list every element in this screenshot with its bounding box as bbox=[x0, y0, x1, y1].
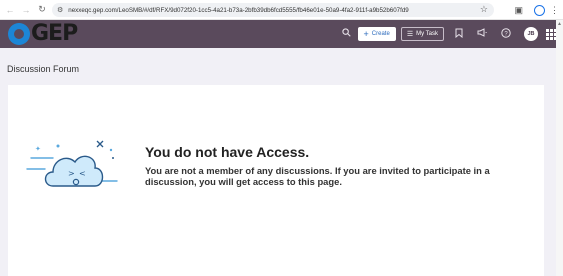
browser-menu-icon[interactable]: ⋮ bbox=[550, 5, 559, 16]
app-header: GEP + Create ☰ My Task ? JB bbox=[0, 20, 563, 48]
back-arrow-icon[interactable]: ← bbox=[4, 4, 16, 16]
bookmark-star-icon[interactable]: ☆ bbox=[480, 4, 488, 15]
forward-arrow-icon[interactable]: → bbox=[20, 4, 32, 16]
reload-icon[interactable]: ↻ bbox=[36, 4, 48, 16]
empty-state-message: You are not a member of any discussions.… bbox=[145, 165, 490, 187]
search-icon[interactable] bbox=[341, 28, 351, 40]
cloud-illustration-icon: ✦ > < bbox=[23, 136, 123, 201]
browser-toolbar: ← → ↻ ⚙ nexxeqc.gep.com/LeoSMB/#/df/RFX/… bbox=[0, 0, 563, 20]
bookmark-icon[interactable] bbox=[455, 28, 463, 41]
plus-icon: + bbox=[363, 29, 369, 39]
page-scrollbar[interactable]: ▲ bbox=[556, 20, 563, 276]
site-settings-icon[interactable]: ⚙ bbox=[57, 6, 63, 14]
gep-logo[interactable]: GEP bbox=[8, 21, 78, 46]
create-button-label: Create bbox=[371, 31, 390, 37]
gep-logo-mark-icon bbox=[8, 23, 30, 45]
my-task-button-label: My Task bbox=[416, 31, 438, 37]
address-bar[interactable]: ⚙ nexxeqc.gep.com/LeoSMB/#/df/RFX/9d072f… bbox=[52, 3, 494, 17]
my-task-button[interactable]: ☰ My Task bbox=[400, 27, 444, 41]
svg-text:<: < bbox=[79, 169, 86, 178]
empty-state-card: ✦ > < You do not have Access. You are no… bbox=[8, 85, 544, 276]
create-button[interactable]: + Create bbox=[357, 27, 396, 41]
page-title: Discussion Forum bbox=[7, 64, 80, 74]
scroll-up-arrow-icon[interactable]: ▲ bbox=[557, 21, 562, 27]
url-text: nexxeqc.gep.com/LeoSMB/#/df/RFX/9d072f20… bbox=[68, 6, 409, 14]
empty-state-heading: You do not have Access. bbox=[145, 144, 310, 160]
announcement-icon[interactable] bbox=[477, 28, 487, 40]
extensions-icon[interactable]: ▣ bbox=[514, 5, 523, 16]
svg-text:>: > bbox=[68, 169, 75, 178]
user-avatar[interactable]: JB bbox=[524, 27, 538, 41]
profile-icon[interactable] bbox=[534, 4, 545, 16]
help-icon[interactable]: ? bbox=[501, 27, 511, 41]
list-icon: ☰ bbox=[406, 31, 414, 38]
logo-text: GEP bbox=[31, 21, 78, 46]
svg-text:✦: ✦ bbox=[35, 145, 41, 153]
